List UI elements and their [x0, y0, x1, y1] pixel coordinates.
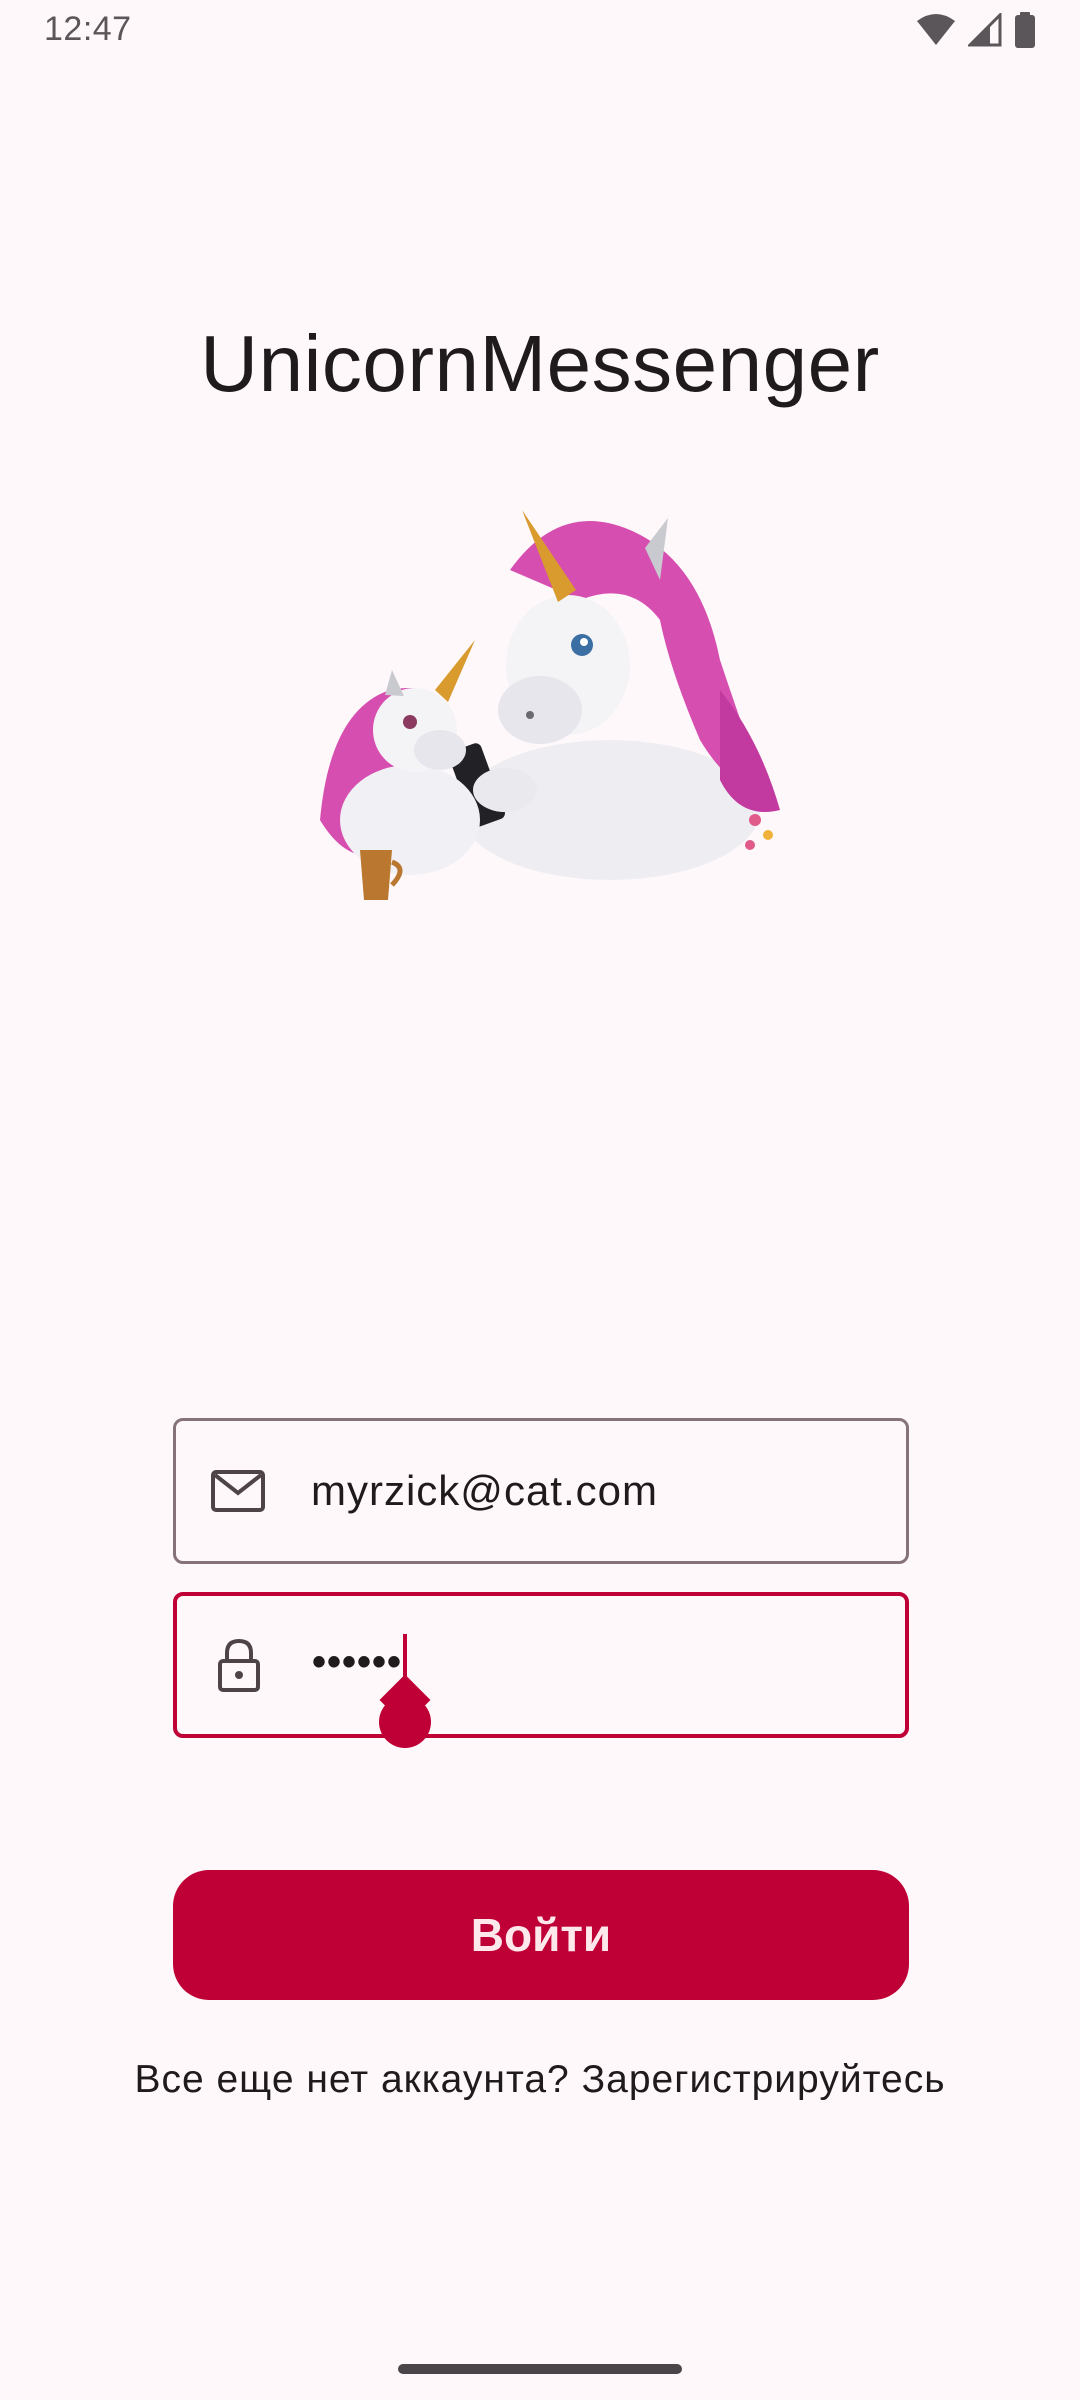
status-bar: 12:47	[0, 0, 1080, 64]
app-title: UnicornMessenger	[200, 319, 880, 408]
status-icons	[916, 12, 1036, 48]
gesture-navigation-bar[interactable]	[398, 2364, 682, 2374]
wifi-icon	[916, 13, 956, 47]
login-button[interactable]: Войти	[173, 1870, 909, 2000]
email-value[interactable]: myrzick@cat.com	[311, 1467, 831, 1515]
battery-icon	[1014, 12, 1036, 48]
email-field[interactable]: myrzick@cat.com	[173, 1418, 909, 1564]
password-field[interactable]: ••••••	[173, 1592, 909, 1748]
mail-icon	[210, 1463, 266, 1519]
cursor-handle[interactable]	[379, 1696, 431, 1748]
register-link[interactable]: Все еще нет аккаунта? Зарегистрируйтесь	[0, 2058, 1080, 2102]
lock-icon	[211, 1637, 267, 1693]
unicorn-illustration	[300, 490, 790, 910]
status-time: 12:47	[44, 10, 132, 48]
password-value[interactable]: ••••••	[312, 1640, 402, 1685]
signal-icon	[968, 13, 1002, 47]
